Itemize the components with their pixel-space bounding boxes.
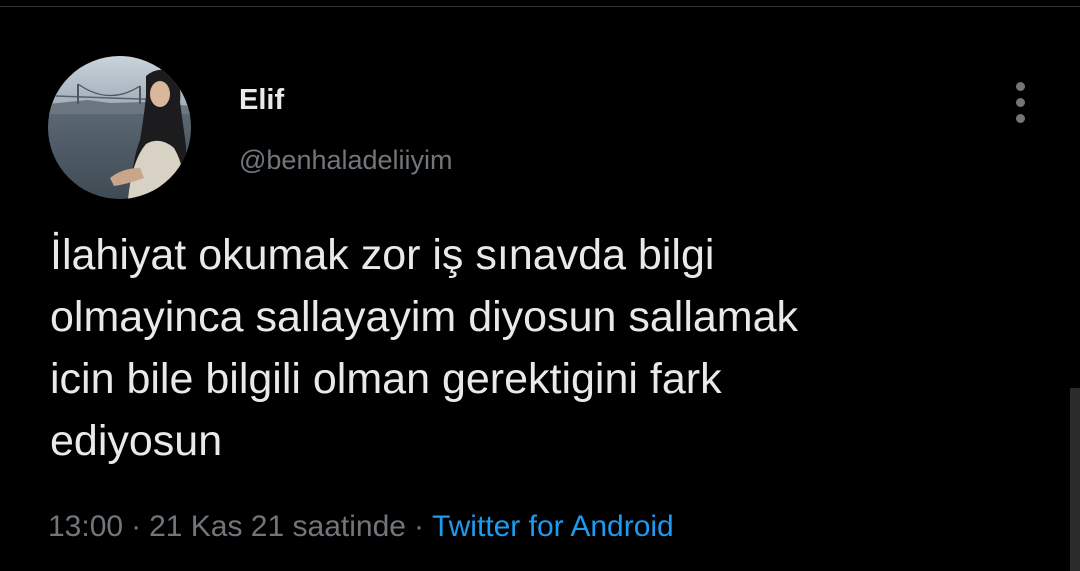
tweet-date[interactable]: 21 Kas 21 saatinde	[149, 510, 406, 543]
tweet-text-line: icin bile bilgili olman gerektigini fark	[50, 355, 722, 403]
avatar[interactable]	[48, 56, 191, 199]
tweet-text: İlahiyat okumak zor iş sınavda bilgi olma…	[50, 224, 1010, 472]
scrollbar[interactable]	[1070, 388, 1080, 571]
tweet-text-line: olmayinca sallayayim diyosun sallamak	[50, 293, 799, 341]
top-divider	[0, 6, 1080, 7]
tweet-text-line: İlahiyat okumak zor iş sınavda bilgi	[50, 231, 715, 279]
tweet-time[interactable]: 13:00	[48, 510, 123, 543]
separator-dot: ·	[131, 510, 142, 543]
tweet-metadata: 13:00 · 21 Kas 21 saatinde · Twitter for And…	[48, 508, 674, 546]
more-options-button[interactable]	[1006, 82, 1036, 124]
separator-dot: ·	[413, 510, 424, 543]
display-name[interactable]: Elif	[239, 82, 453, 118]
tweet-source-link[interactable]: Twitter for Android	[432, 510, 674, 543]
tweet-text-line: ediyosun	[50, 417, 223, 465]
user-handle[interactable]: @benhaladeliiyim	[239, 143, 453, 177]
author-info: Elif @benhaladeliiyim	[239, 82, 453, 177]
